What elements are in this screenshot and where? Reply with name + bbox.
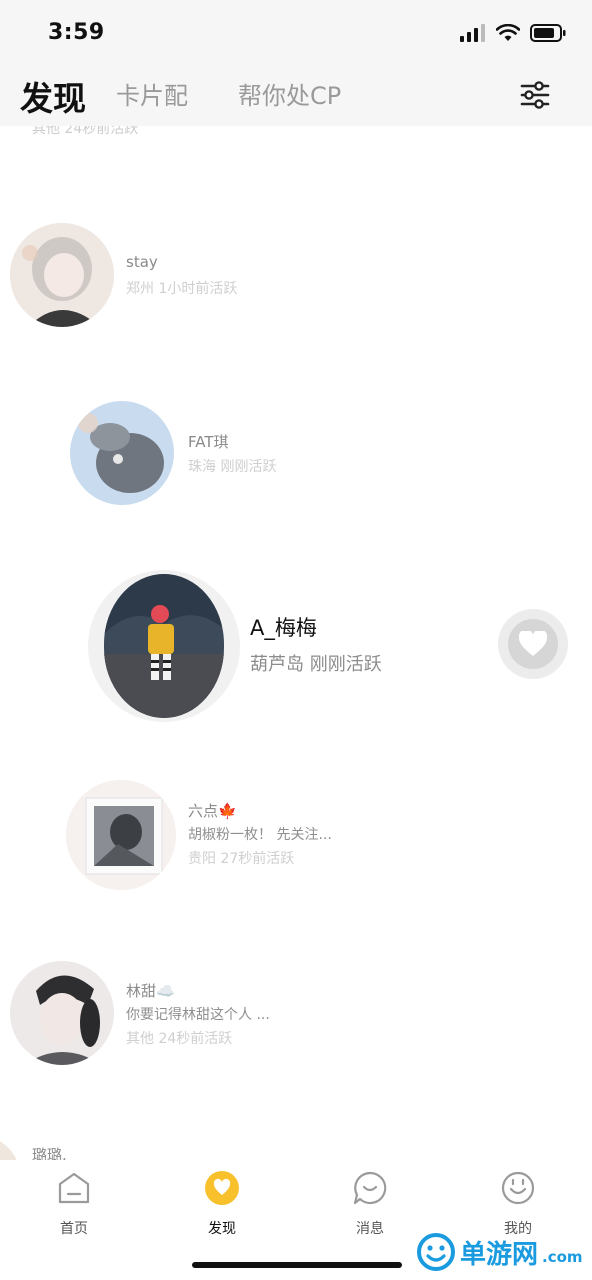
user-info: 郑州 1小时前活跃 (126, 281, 238, 297)
user-card-lintian[interactable]: 林甜☁️ 你要记得林甜这个人 ... 其他 24秒前活跃 (0, 958, 320, 1068)
tab-card-match[interactable]: 卡片配 (116, 76, 188, 111)
status-time: 3:59 (48, 20, 105, 45)
like-button[interactable] (498, 609, 568, 679)
user-card-lulu[interactable]: 璐璐. (0, 1126, 300, 1160)
avatar[interactable] (10, 961, 114, 1065)
nav-label: 首页 (60, 1221, 88, 1237)
status-icons (460, 24, 566, 42)
cellular-signal-icon (460, 24, 485, 42)
wifi-icon (496, 24, 520, 41)
nav-label: 发现 (208, 1221, 236, 1237)
user-name: 璐璐. (32, 1146, 67, 1160)
user-name: 林甜☁️ (126, 982, 175, 1000)
user-name: FAT琪 (188, 433, 229, 451)
user-info: 贵阳 27秒前活跃 (188, 851, 295, 867)
watermark-smile-logo (417, 1233, 455, 1271)
home-indicator (192, 1262, 402, 1268)
nav-home[interactable]: 首页 (34, 1170, 114, 1238)
user-card-a-meimei[interactable]: A_梅梅 葫芦岛 刚刚活跃 (80, 564, 500, 724)
user-name: A_梅梅 (250, 616, 317, 640)
user-name: stay (126, 253, 158, 271)
user-card-liudian[interactable]: 六点🍁 胡椒粉一枚！ 先关注... 贵阳 27秒前活跃 (60, 776, 380, 896)
discover-feed: 其他 24秒前活跃 stay 郑州 1小时前活跃 FAT琪 珠海 刚刚活跃 A_… (0, 126, 592, 1160)
user-card-fatqi[interactable]: FAT琪 珠海 刚刚活跃 (60, 396, 360, 506)
user-name: 六点🍁 (188, 802, 237, 820)
watermark-suffix: .com (542, 1248, 583, 1266)
avatar[interactable] (10, 223, 114, 327)
filter-settings-icon[interactable] (518, 78, 552, 112)
user-bio: 胡椒粉一枚！ 先关注... (188, 827, 332, 843)
user-info: 其他 24秒前活跃 (126, 1031, 233, 1047)
nav-label: 消息 (356, 1221, 384, 1237)
watermark: 单游网 .com (416, 1232, 583, 1272)
user-bio: 你要记得林甜这个人 ... (126, 1007, 270, 1023)
avatar[interactable] (66, 780, 176, 890)
tab-discover[interactable]: 发现 (20, 72, 86, 120)
discover-heart-icon (205, 1171, 239, 1205)
avatar[interactable] (0, 1136, 20, 1160)
user-info: 珠海 刚刚活跃 (188, 459, 277, 475)
like-button-inner (508, 619, 558, 669)
watermark-brand: 单游网 (460, 1239, 539, 1270)
heart-icon (519, 631, 547, 656)
user-info: 葫芦岛 刚刚活跃 (250, 654, 382, 675)
tab-cp-match[interactable]: 帮你处CP (238, 76, 341, 111)
battery-icon (530, 24, 566, 42)
top-nav: 发现 卡片配 帮你处CP (0, 70, 592, 126)
avatar[interactable] (104, 574, 224, 718)
user-card-stay[interactable]: stay 郑州 1小时前活跃 (0, 220, 300, 330)
nav-messages[interactable]: 消息 (330, 1170, 410, 1238)
avatar[interactable] (70, 401, 174, 505)
profile-face-icon (501, 1171, 535, 1205)
status-bar: 3:59 (0, 0, 592, 70)
home-icon (58, 1172, 90, 1204)
nav-discover[interactable]: 发现 (182, 1170, 262, 1238)
ghost-user-info: 其他 24秒前活跃 (32, 126, 139, 137)
nav-profile[interactable]: 我的 (478, 1170, 558, 1238)
message-bubble-icon (353, 1171, 387, 1205)
